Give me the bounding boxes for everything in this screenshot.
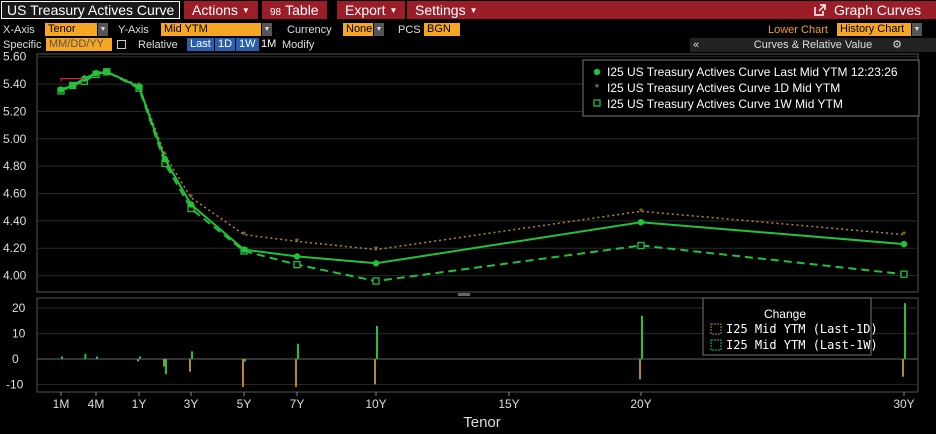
x-tick-label: 1Y [132, 397, 147, 411]
x-tick-label: 7Y [290, 397, 305, 411]
y-tick-label: 5.00 [3, 132, 27, 146]
point-last [293, 253, 301, 260]
y-tick-label: 4.40 [3, 214, 27, 228]
point-1d: * [639, 206, 644, 218]
bar-last-1w [297, 343, 299, 359]
lower-y-tick-label: 20 [12, 301, 26, 315]
legend-entry: I25 US Treasury Actives Curve 1W Mid YTM [607, 97, 843, 111]
point-1w [637, 241, 645, 250]
bar-last-1w [165, 358, 167, 375]
legend-entry: I25 US Treasury Actives Curve 1D Mid YTM [607, 81, 840, 95]
x-tick-label: 30Y [893, 397, 914, 411]
lower-y-tick-label: -10 [6, 377, 24, 391]
point-last [69, 82, 76, 89]
lower-y-tick-label: 0 [12, 352, 19, 366]
lower-legend-entry: I25 Mid YTM (Last-1W) [726, 338, 878, 352]
bar-last-1w [139, 356, 141, 359]
point-last [135, 83, 143, 91]
point-last [900, 240, 908, 248]
point-last [372, 260, 380, 267]
x-axis-title: Tenor [463, 414, 501, 431]
point-last [92, 69, 100, 77]
point-1d: * [295, 236, 300, 248]
x-tick-label: 20Y [630, 397, 651, 411]
y-tick-label: 5.40 [3, 77, 27, 91]
y-tick-label: 5.20 [3, 104, 27, 118]
point-1w [900, 270, 908, 278]
point-1w [372, 277, 380, 285]
bar-last-1d [902, 358, 904, 377]
bar-last-1w [61, 356, 63, 359]
bar-last-1w [84, 353, 87, 359]
lower-legend-title: Change [764, 307, 806, 321]
panel-splitter-handle [458, 293, 470, 296]
point-1w [293, 260, 301, 269]
bar-last-1w [191, 351, 193, 359]
lower-legend-entry: I25 Mid YTM (Last-1D) [726, 322, 878, 336]
legend-marker-square [593, 99, 601, 107]
point-last [187, 201, 195, 208]
bar-last-1w [96, 356, 98, 359]
y-tick-label: 4.20 [3, 241, 27, 255]
x-tick-label: 3Y [184, 397, 199, 411]
bar-last-1d [374, 358, 376, 385]
bar-last-1w [376, 325, 378, 359]
point-last [103, 68, 110, 75]
legend-marker-dot [593, 68, 601, 76]
bar-last-1d [163, 358, 165, 367]
bar-last-1d [137, 358, 139, 362]
point-last [240, 246, 248, 253]
y-tick-label: 4.60 [3, 187, 27, 201]
legend-entry: I25 US Treasury Actives Curve Last Mid Y… [607, 65, 898, 79]
point-last [637, 219, 645, 226]
point-last [161, 156, 169, 163]
bar-last-1d [295, 358, 297, 387]
yield-curve-chart: 5.60 5.40 5.20 5.00 4.80 4.60 4.40 4.20 4.00 20 10… [3, 50, 920, 431]
bar-last-1d [242, 358, 244, 387]
x-tick-label: 15Y [498, 397, 519, 411]
bar-last-1w [904, 303, 906, 359]
x-tick-label: 5Y [237, 397, 252, 411]
lower-y-tick-label: 10 [12, 327, 26, 341]
x-tick-label: 1M [53, 397, 70, 411]
bar-last-1w [244, 358, 246, 362]
point-last [57, 86, 65, 93]
point-1d: * [242, 230, 247, 242]
bar-last-1d [189, 358, 191, 372]
y-tick-label: 4.80 [3, 159, 27, 173]
bar-last-1w [641, 315, 643, 359]
y-tick-label: 5.60 [3, 50, 27, 64]
x-tick-label: 10Y [365, 397, 386, 411]
bar-last-1d [639, 358, 641, 380]
legend-marker-star: * [595, 81, 600, 95]
point-1d: * [902, 230, 907, 242]
x-tick-label: 4M [88, 397, 105, 411]
y-tick-label: 4.00 [3, 269, 27, 283]
point-1d: * [374, 245, 379, 257]
